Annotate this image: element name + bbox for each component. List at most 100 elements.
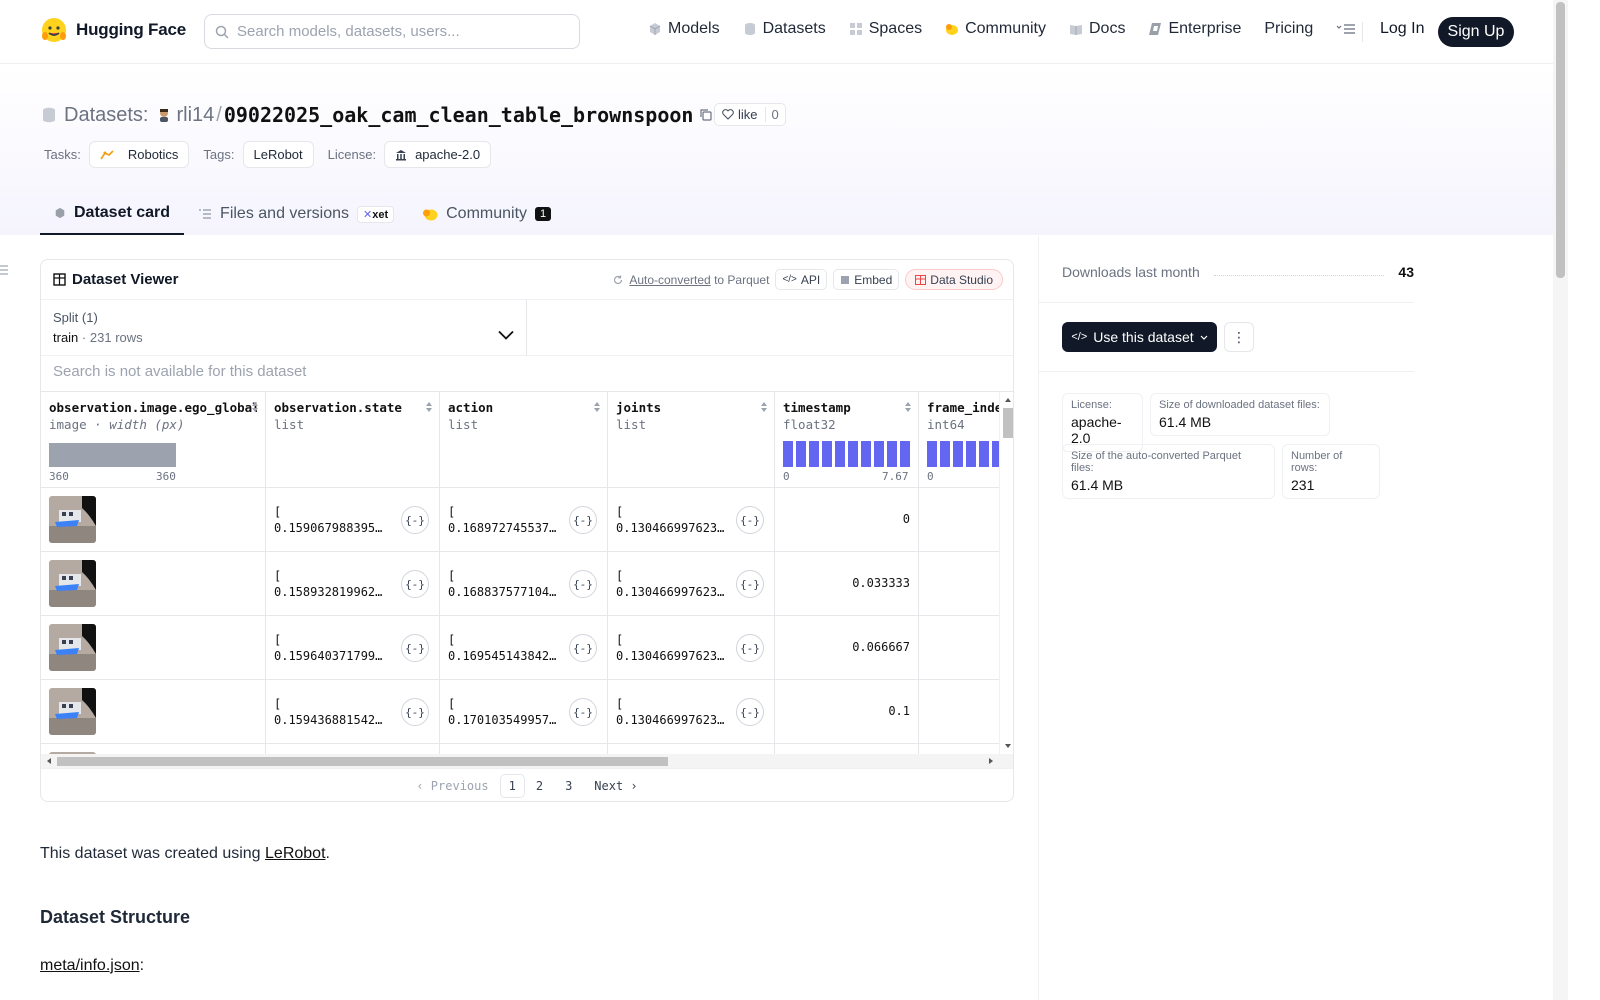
table-cell[interactable]: [0.1304669976234… {-} <box>608 616 774 680</box>
expand-json-button[interactable]: {-} <box>569 506 597 534</box>
expand-json-button[interactable]: {-} <box>401 698 429 726</box>
table-cell-image[interactable] <box>41 488 265 552</box>
meta-info-link[interactable]: meta/info.json <box>40 957 140 974</box>
histogram-bar[interactable] <box>940 441 950 467</box>
table-cell[interactable]: [0.15906798839569… {-} <box>266 488 439 552</box>
page-scrollbar-thumb[interactable] <box>1556 2 1565 278</box>
histogram-bar[interactable] <box>887 441 897 467</box>
sort-icon[interactable] <box>251 401 259 413</box>
table-cell-image[interactable] <box>41 680 265 744</box>
sort-icon[interactable] <box>760 401 768 413</box>
histogram-bar[interactable] <box>822 441 832 467</box>
nav-spaces-link[interactable]: Spaces <box>849 20 922 38</box>
like-button[interactable]: like 0 <box>714 103 786 126</box>
scroll-left-icon[interactable] <box>44 754 54 768</box>
task-robotics-chip[interactable]: Robotics <box>88 141 190 168</box>
expand-json-button[interactable]: {-} <box>736 506 764 534</box>
table-cell[interactable]: [0.1689727455377… {-} <box>440 488 607 552</box>
sort-icon[interactable] <box>904 401 912 413</box>
nav-pricing-link[interactable]: Pricing <box>1264 20 1313 38</box>
nav-community-link[interactable]: Community <box>945 20 1046 38</box>
data-studio-button[interactable]: Data Studio <box>905 269 1003 290</box>
histogram-bar[interactable] <box>835 441 845 467</box>
sidebar-toggle-icon[interactable] <box>0 262 10 278</box>
table-cell[interactable]: [0.1695451438426… {-} <box>440 616 607 680</box>
table-cell[interactable]: [0.15964037179946… {-} <box>266 616 439 680</box>
table-cell[interactable] <box>919 552 999 616</box>
next-page-button[interactable]: Next › <box>583 779 648 793</box>
table-cell[interactable] <box>919 680 999 744</box>
table-cell[interactable]: [0.1304669976234… {-} <box>608 488 774 552</box>
tab-files-and-versions[interactable]: Files and versions ✕xet <box>184 193 408 235</box>
expand-json-button[interactable]: {-} <box>736 570 764 598</box>
table-horizontal-scrollbar[interactable] <box>41 754 1013 768</box>
image-thumbnail[interactable] <box>49 624 96 671</box>
embed-button[interactable]: Embed <box>833 269 900 290</box>
table-cell[interactable]: 0 <box>775 488 918 552</box>
histogram-bar[interactable] <box>953 441 963 467</box>
page-3-button[interactable]: 3 <box>554 779 583 793</box>
table-cell[interactable] <box>775 744 918 754</box>
nav-models-link[interactable]: Models <box>648 20 720 38</box>
histogram-bar[interactable] <box>848 441 858 467</box>
expand-json-button[interactable]: {-} <box>569 570 597 598</box>
page-1-button[interactable]: 1 <box>499 774 525 798</box>
table-cell[interactable] <box>919 616 999 680</box>
tab-dataset-card[interactable]: Dataset card <box>40 193 185 235</box>
expand-json-button[interactable]: {-} <box>736 634 764 662</box>
expand-json-button[interactable]: {-} <box>401 506 429 534</box>
table-cell[interactable]: [0.1304669976234… {-} <box>608 552 774 616</box>
table-cell[interactable] <box>919 488 999 552</box>
api-button[interactable]: </> API <box>775 269 828 290</box>
tab-community[interactable]: Community 1 <box>408 193 565 235</box>
table-cell-image[interactable] <box>41 552 265 616</box>
global-search-input[interactable]: Search models, datasets, users... <box>204 14 580 49</box>
login-link[interactable]: Log In <box>1380 20 1424 38</box>
scroll-right-icon[interactable] <box>986 754 996 768</box>
table-cell[interactable]: [0.15943688154220… {-} <box>266 680 439 744</box>
signup-button[interactable]: Sign Up <box>1438 17 1514 47</box>
home-logo-link[interactable]: Hugging Face <box>40 16 186 44</box>
use-this-dataset-button[interactable]: </> Use this dataset <box>1062 322 1217 352</box>
lerobot-link[interactable]: LeRobot <box>265 845 326 862</box>
histogram-bar[interactable] <box>979 441 989 467</box>
column-header[interactable]: timestamp float32 0 7.67 <box>775 392 918 488</box>
split-select[interactable]: Split (1) train · 231 rows <box>41 300 527 356</box>
table-cell[interactable]: [0.1304669976234… {-} <box>608 680 774 744</box>
nav-enterprise-link[interactable]: Enterprise <box>1148 20 1241 38</box>
auto-converted-link[interactable]: Auto-converted <box>629 273 710 287</box>
page-2-button[interactable]: 2 <box>525 779 554 793</box>
scroll-up-icon[interactable] <box>1000 395 1014 405</box>
license-chip[interactable]: apache-2.0 <box>384 141 492 168</box>
column-header[interactable]: observation.state list <box>266 392 439 488</box>
table-cell-image[interactable] <box>41 744 265 754</box>
expand-json-button[interactable]: {-} <box>401 634 429 662</box>
page-scrollbar[interactable] <box>1553 0 1568 1000</box>
histogram-bar[interactable] <box>796 441 806 467</box>
table-cell[interactable]: 0.033333 <box>775 552 918 616</box>
column-header[interactable]: joints list <box>608 392 774 488</box>
image-thumbnail[interactable] <box>49 560 96 607</box>
image-thumbnail[interactable] <box>49 496 96 543</box>
histogram-bar[interactable] <box>783 441 793 467</box>
histogram-bar[interactable] <box>900 441 910 467</box>
sort-icon[interactable] <box>425 401 433 413</box>
table-cell[interactable]: [0.1701035499572… {-} <box>440 680 607 744</box>
histogram-bar[interactable] <box>992 441 999 467</box>
histogram-bar[interactable] <box>809 441 819 467</box>
nav-docs-link[interactable]: Docs <box>1069 20 1125 38</box>
histogram-bar[interactable] <box>874 441 884 467</box>
expand-json-button[interactable]: {-} <box>736 698 764 726</box>
table-cell[interactable] <box>919 744 999 754</box>
table-cell-image[interactable] <box>41 616 265 680</box>
expand-json-button[interactable]: {-} <box>569 698 597 726</box>
previous-page-button[interactable]: ‹ Previous <box>405 779 499 793</box>
scrollbar-thumb[interactable] <box>57 757 668 766</box>
histogram-bar[interactable] <box>966 441 976 467</box>
column-header[interactable]: frame_index int64 0 <box>919 392 999 488</box>
table-cell[interactable]: [0.1688375771045… {-} <box>440 552 607 616</box>
scrollbar-thumb[interactable] <box>1003 408 1013 438</box>
table-cell[interactable] <box>440 744 607 754</box>
histogram-bar[interactable] <box>861 441 871 467</box>
table-cell[interactable]: 0.066667 <box>775 616 918 680</box>
